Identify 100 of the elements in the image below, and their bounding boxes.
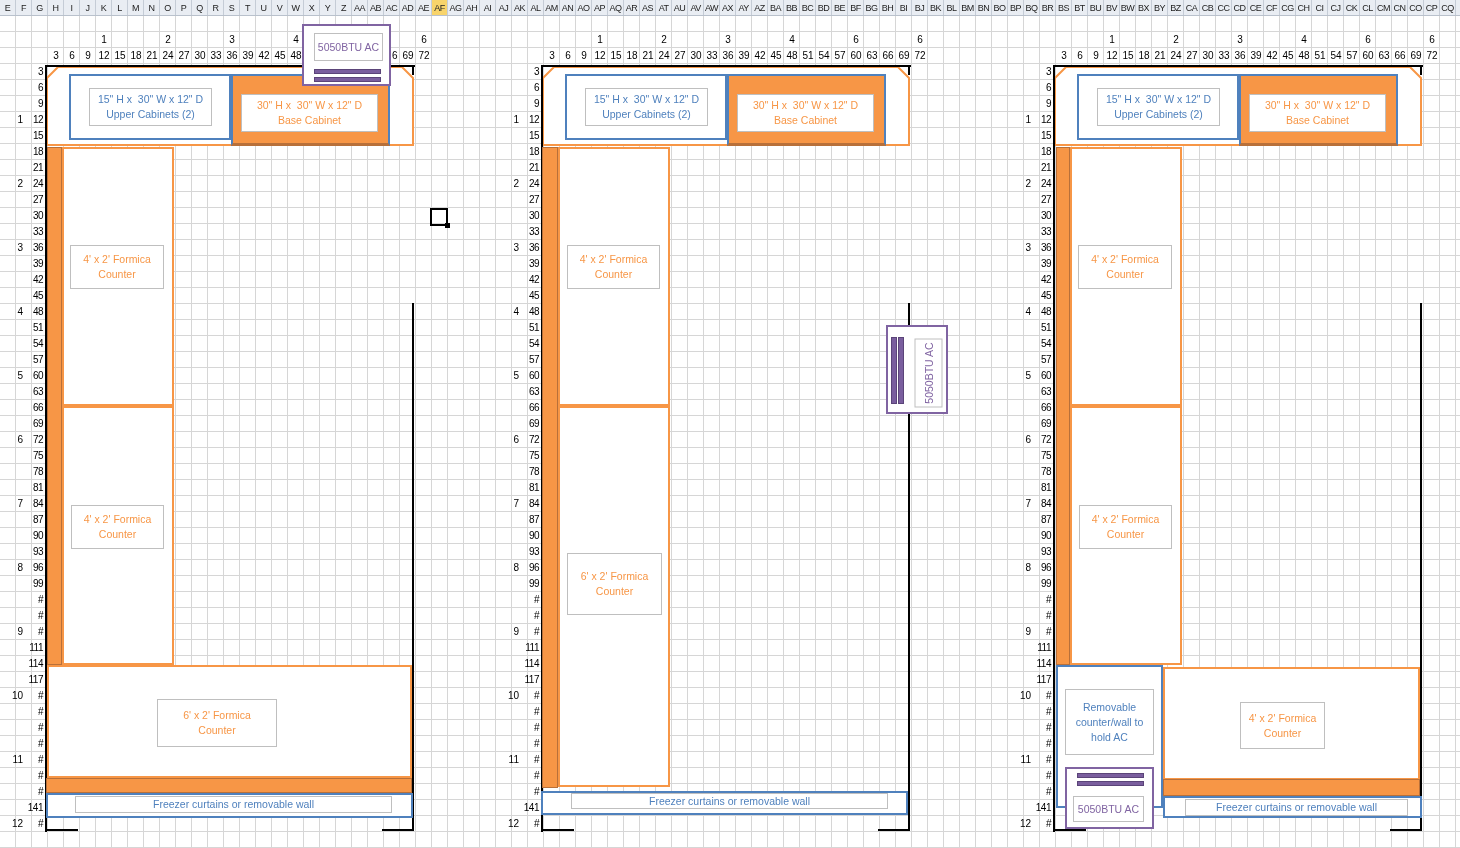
column-header[interactable]: G [32,0,48,15]
column-header[interactable]: CN [1392,0,1408,15]
ruler-label: 45 [1281,49,1295,63]
column-header[interactable]: W [288,0,304,15]
column-header[interactable]: AM [544,0,560,15]
column-header[interactable]: CG [1280,0,1296,15]
column-header[interactable]: AK [512,0,528,15]
column-header[interactable]: AX [720,0,736,15]
column-header[interactable]: T [240,0,256,15]
column-header[interactable]: CH [1296,0,1312,15]
column-header[interactable]: BP [1008,0,1024,15]
column-header[interactable]: J [80,0,96,15]
column-header[interactable]: AD [400,0,416,15]
ruler-label: 39 [241,49,255,63]
column-header[interactable]: N [144,0,160,15]
column-header[interactable]: BS [1056,0,1072,15]
column-header[interactable]: CC [1216,0,1232,15]
column-header[interactable]: Y [320,0,336,15]
column-header[interactable]: CP [1424,0,1440,15]
column-header[interactable]: BC [800,0,816,15]
column-header[interactable]: CJ [1328,0,1344,15]
column-header[interactable]: BG [864,0,880,15]
row-label: 1 [1024,113,1031,127]
row-label: # [532,609,539,623]
row-label: 57 [31,353,43,367]
column-header[interactable]: CL [1360,0,1376,15]
column-header[interactable]: AR [624,0,640,15]
column-header[interactable]: BY [1152,0,1168,15]
column-header[interactable]: AH [464,0,480,15]
column-header[interactable]: AP [592,0,608,15]
column-header[interactable]: AL [528,0,544,15]
column-header[interactable]: AO [576,0,592,15]
column-header[interactable]: AN [560,0,576,15]
column-header[interactable]: AI [480,0,496,15]
column-header[interactable]: CB [1200,0,1216,15]
column-header[interactable]: M [128,0,144,15]
column-header[interactable]: AQ [608,0,624,15]
column-header[interactable]: Z [336,0,352,15]
column-header[interactable]: CM [1376,0,1392,15]
column-header[interactable]: AF [432,0,448,15]
column-header[interactable]: BN [976,0,992,15]
column-header[interactable]: BL [944,0,960,15]
column-header[interactable]: F [16,0,32,15]
column-header[interactable]: BW [1120,0,1136,15]
column-header[interactable]: O [160,0,176,15]
column-header[interactable]: V [272,0,288,15]
column-header[interactable]: R [208,0,224,15]
column-header[interactable]: BU [1088,0,1104,15]
column-header[interactable]: BJ [912,0,928,15]
column-header[interactable]: H [48,0,64,15]
column-header[interactable]: AY [736,0,752,15]
column-header[interactable]: AW [704,0,720,15]
column-header[interactable]: BK [928,0,944,15]
column-header[interactable]: CF [1264,0,1280,15]
column-header[interactable]: BD [816,0,832,15]
column-header[interactable]: BV [1104,0,1120,15]
ruler-label: 2 [1172,33,1180,47]
column-header[interactable]: BQ [1024,0,1040,15]
column-header[interactable]: Q [192,0,208,15]
column-header[interactable]: BM [960,0,976,15]
column-header[interactable]: AT [656,0,672,15]
column-header[interactable]: CA [1184,0,1200,15]
column-header[interactable]: BZ [1168,0,1184,15]
column-header[interactable]: BH [880,0,896,15]
column-header[interactable]: BF [848,0,864,15]
column-header[interactable]: S [224,0,240,15]
column-header[interactable]: AV [688,0,704,15]
column-header[interactable]: CE [1248,0,1264,15]
column-header[interactable]: BB [784,0,800,15]
column-header[interactable]: BO [992,0,1008,15]
column-header[interactable]: CI [1312,0,1328,15]
ruler-label: 4 [1300,33,1308,47]
row-label: # [532,625,539,639]
column-header[interactable]: AB [368,0,384,15]
column-header[interactable]: X [304,0,320,15]
column-header[interactable]: CD [1232,0,1248,15]
column-header[interactable]: AJ [496,0,512,15]
column-header[interactable]: L [112,0,128,15]
column-header[interactable]: AZ [752,0,768,15]
column-header[interactable]: AU [672,0,688,15]
column-header[interactable]: AG [448,0,464,15]
column-header[interactable]: AA [352,0,368,15]
column-header[interactable]: CQ [1440,0,1456,15]
column-header[interactable]: I [64,0,80,15]
column-header[interactable]: U [256,0,272,15]
column-header[interactable]: CK [1344,0,1360,15]
column-header[interactable]: BA [768,0,784,15]
column-header[interactable]: AC [384,0,400,15]
column-header[interactable]: AS [640,0,656,15]
column-header[interactable]: E [0,0,16,15]
column-header[interactable]: BE [832,0,848,15]
column-header[interactable]: BI [896,0,912,15]
column-header[interactable]: BX [1136,0,1152,15]
column-header[interactable]: K [96,0,112,15]
ruler-label: 30 [689,49,703,63]
row-label: 6 [512,433,519,447]
column-header[interactable]: BR [1040,0,1056,15]
column-header[interactable]: P [176,0,192,15]
column-header[interactable]: BT [1072,0,1088,15]
column-header[interactable]: CO [1408,0,1424,15]
